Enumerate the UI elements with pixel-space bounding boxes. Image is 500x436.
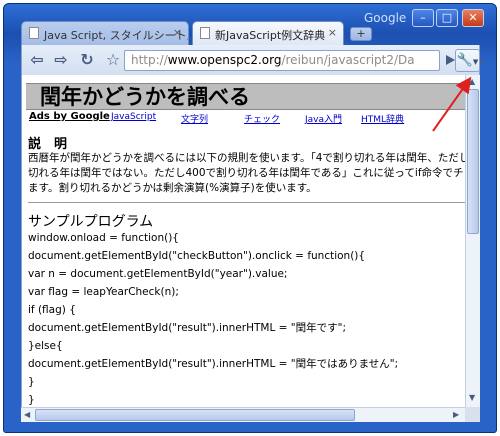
forward-icon[interactable]: ⇨ xyxy=(50,49,72,71)
nav-link-html-dictionary[interactable]: HTML辞典 xyxy=(361,112,404,125)
code-line: } xyxy=(28,394,35,406)
tab-javascript-stylesheet[interactable]: Java Script, スタイルシート, ... × xyxy=(21,21,189,45)
url-path: /reibun/javascript2/Da xyxy=(281,53,415,67)
reload-icon[interactable]: ↻ xyxy=(76,49,98,71)
vertical-scroll-thumb[interactable] xyxy=(467,89,479,234)
code-line: window.onload = function(){ xyxy=(28,232,179,244)
horizontal-scroll-thumb[interactable] xyxy=(35,409,355,421)
section-heading: 説 明 xyxy=(28,137,68,152)
nav-link-java-intro[interactable]: Java入門 xyxy=(305,112,342,125)
nav-link-string[interactable]: 文字列 xyxy=(181,112,208,125)
sample-heading: サンプルプログラム xyxy=(28,214,154,230)
page-icon xyxy=(29,27,39,39)
scroll-up-icon[interactable]: ▲ xyxy=(469,77,475,86)
google-brand-label: Google xyxy=(364,11,407,25)
page-title: 閏年かどうかを調べる xyxy=(26,83,479,110)
scrollbar-corner xyxy=(465,407,480,422)
back-icon[interactable]: ⇦ xyxy=(26,49,48,71)
wrench-menu-button[interactable]: 🔧▼ xyxy=(455,49,480,72)
description-line: ます。割り切れるかどうかは剰余演算(%演算子)を使います。 xyxy=(28,182,317,194)
wrench-icon: 🔧 xyxy=(456,53,473,68)
code-line: document.getElementById("result").innerH… xyxy=(28,358,399,370)
tab-label: Java Script, スタイルシート, ... xyxy=(44,29,189,42)
scroll-right-icon[interactable]: ▶ xyxy=(453,410,459,419)
url-scheme: http:// xyxy=(131,53,168,67)
scroll-down-icon[interactable]: ▼ xyxy=(469,393,475,402)
star-icon[interactable]: ☆ xyxy=(102,49,124,71)
code-line: if (flag) { xyxy=(28,304,76,316)
tab-label: 新JavaScript例文辞典 xyxy=(215,29,326,42)
code-line: }else{ xyxy=(28,340,63,352)
horizontal-scrollbar[interactable]: ◀ ▶ xyxy=(21,407,465,422)
description-line: 切れる年は閏年ではない。ただし400で割り切れる年は閏年である」これに従ってif… xyxy=(28,167,480,179)
ads-by-google-link[interactable]: Ads by Google xyxy=(29,111,110,122)
url-host: www.openspc2.org xyxy=(167,53,282,67)
divider xyxy=(28,202,479,203)
go-icon[interactable] xyxy=(446,55,455,65)
close-tab-icon[interactable]: × xyxy=(328,26,337,39)
maximize-button[interactable]: □ xyxy=(436,9,458,27)
page-content: 閏年かどうかを調べる Ads by Google JavaScript 文字列 … xyxy=(21,75,480,407)
tab-javascript-reibun[interactable]: 新JavaScript例文辞典 × xyxy=(192,21,344,45)
description-line: 西暦年が閏年かどうかを調べるには以下の規則を使います。「4で割り切れる年は閏年、… xyxy=(28,152,480,164)
code-line: document.getElementById("result").innerH… xyxy=(28,322,346,334)
minimize-button[interactable]: – xyxy=(412,9,434,27)
code-line: var n = document.getElementById("year").… xyxy=(28,268,288,280)
vertical-scrollbar[interactable]: ▲ ▼ xyxy=(465,75,480,407)
code-line: var flag = leapYearCheck(n); xyxy=(28,286,179,298)
sample-code: window.onload = function(){ document.get… xyxy=(28,229,398,407)
chevron-down-icon: ▼ xyxy=(472,58,479,66)
browser-toolbar: ⇦ ⇨ ↻ ☆ http://www.openspc2.org/reibun/j… xyxy=(21,45,483,75)
code-line: } xyxy=(28,376,35,388)
address-bar[interactable]: http://www.openspc2.org/reibun/javascrip… xyxy=(124,50,440,71)
new-tab-button[interactable]: + xyxy=(350,27,372,41)
close-tab-icon[interactable]: × xyxy=(173,26,182,39)
description-text: 西暦年が閏年かどうかを調べるには以下の規則を使います。「4で割り切れる年は閏年、… xyxy=(28,151,480,196)
nav-links: Ads by Google JavaScript 文字列 チェック Java入門… xyxy=(29,111,479,127)
code-line: document.getElementById("checkButton").o… xyxy=(28,250,366,262)
close-window-button[interactable]: ✕ xyxy=(462,9,484,27)
nav-link-javascript[interactable]: JavaScript xyxy=(111,112,156,122)
page-icon xyxy=(200,27,210,39)
scroll-left-icon[interactable]: ◀ xyxy=(24,410,30,419)
nav-link-check[interactable]: チェック xyxy=(244,112,280,125)
